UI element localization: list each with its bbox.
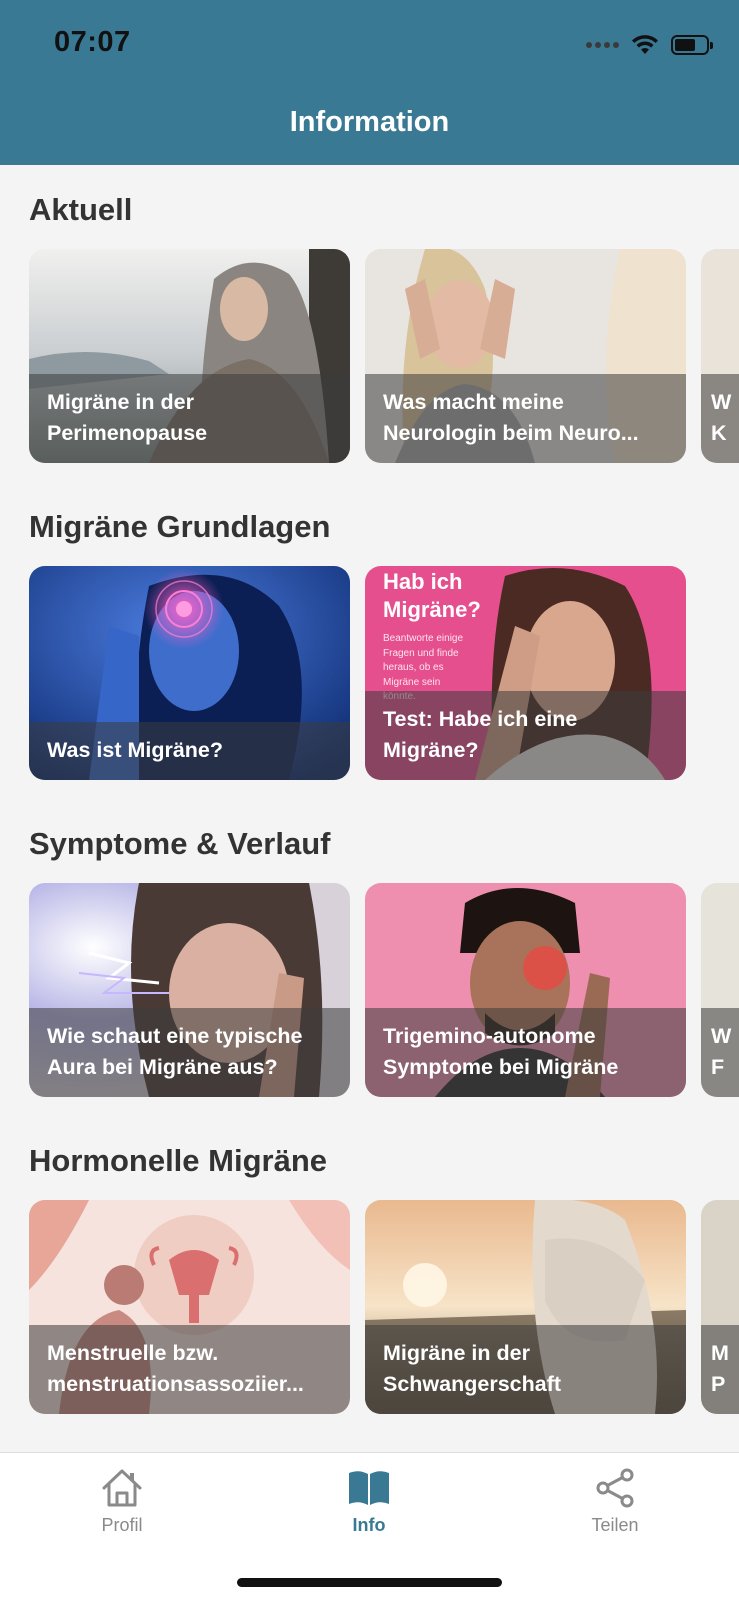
nav-label: Profil [101,1515,143,1535]
article-card[interactable]: Was ist Migräne? [29,566,350,780]
section-title: Hormonelle Migräne [29,1143,327,1178]
article-card[interactable]: Trigemino-autonome Symptome bei Migräne [365,883,686,1097]
section-title: Migräne Grundlagen [29,509,331,544]
article-card[interactable]: Wie schaut eine typische Aura bei Migrän… [29,883,350,1097]
card-title: Wie schaut eine typische Aura bei Migrän… [47,1024,303,1079]
card-title: W F [711,1024,732,1079]
card-image-heading: Hab ich Migräne? [383,569,481,622]
section-title: Aktuell [29,192,133,227]
card-carousel[interactable]: Wie schaut eine typische Aura bei Migrän… [29,883,739,1097]
share-icon [596,1468,634,1508]
article-card[interactable]: Migräne in der Schwangerschaft [365,1200,686,1414]
article-card[interactable]: W K [701,249,739,463]
card-carousel[interactable]: Menstruelle bzw. menstruationsassoziier.… [29,1200,739,1414]
card-title: Test: Habe ich eine Migräne? [383,707,578,762]
nav-label: Info [352,1515,386,1535]
article-card[interactable]: W F [701,883,739,1097]
home-indicator[interactable] [237,1578,502,1587]
wifi-icon [632,35,658,54]
card-title: Menstruelle bzw. menstruationsassoziier.… [47,1341,304,1396]
card-title: Migräne in der Perimenopause [47,390,208,445]
card-carousel[interactable]: Was ist Migräne? Hab ich Migräne? Beantw… [29,566,739,780]
card-title: Migräne in der Schwangerschaft [383,1341,562,1396]
card-title: M P [711,1341,729,1396]
home-icon [102,1469,142,1507]
article-card[interactable]: M P [701,1200,739,1414]
battery-icon [671,35,713,55]
card-title: W K [711,390,732,445]
nav-label: Teilen [591,1515,639,1535]
content-scroll[interactable]: Aktuell Migräne in der Perimenopause Was… [0,165,739,1452]
book-icon [349,1471,389,1505]
status-time: 07:07 [54,26,131,58]
nav-item-info[interactable]: Info [309,1467,429,1536]
article-card[interactable]: Was macht meine Neurologin beim Neuro... [365,249,686,463]
card-title: Was macht meine Neurologin beim Neuro... [383,390,639,445]
header-bar: 07:07 Information [0,0,739,165]
nav-item-profil[interactable]: Profil [62,1467,182,1536]
card-title: Trigemino-autonome Symptome bei Migräne [383,1024,619,1079]
article-card[interactable]: Menstruelle bzw. menstruationsassoziier.… [29,1200,350,1414]
article-card[interactable]: Migräne in der Perimenopause [29,249,350,463]
cellular-signal-icon [586,42,619,48]
card-carousel[interactable]: Migräne in der Perimenopause Was macht m… [29,249,739,463]
card-title: Was ist Migräne? [47,738,224,762]
page-title: Information [289,106,450,138]
nav-item-teilen[interactable]: Teilen [555,1467,675,1536]
section-title: Symptome & Verlauf [29,826,331,861]
status-icons [586,30,713,60]
article-card[interactable]: Hab ich Migräne? Beantworte einige Frage… [365,566,686,780]
